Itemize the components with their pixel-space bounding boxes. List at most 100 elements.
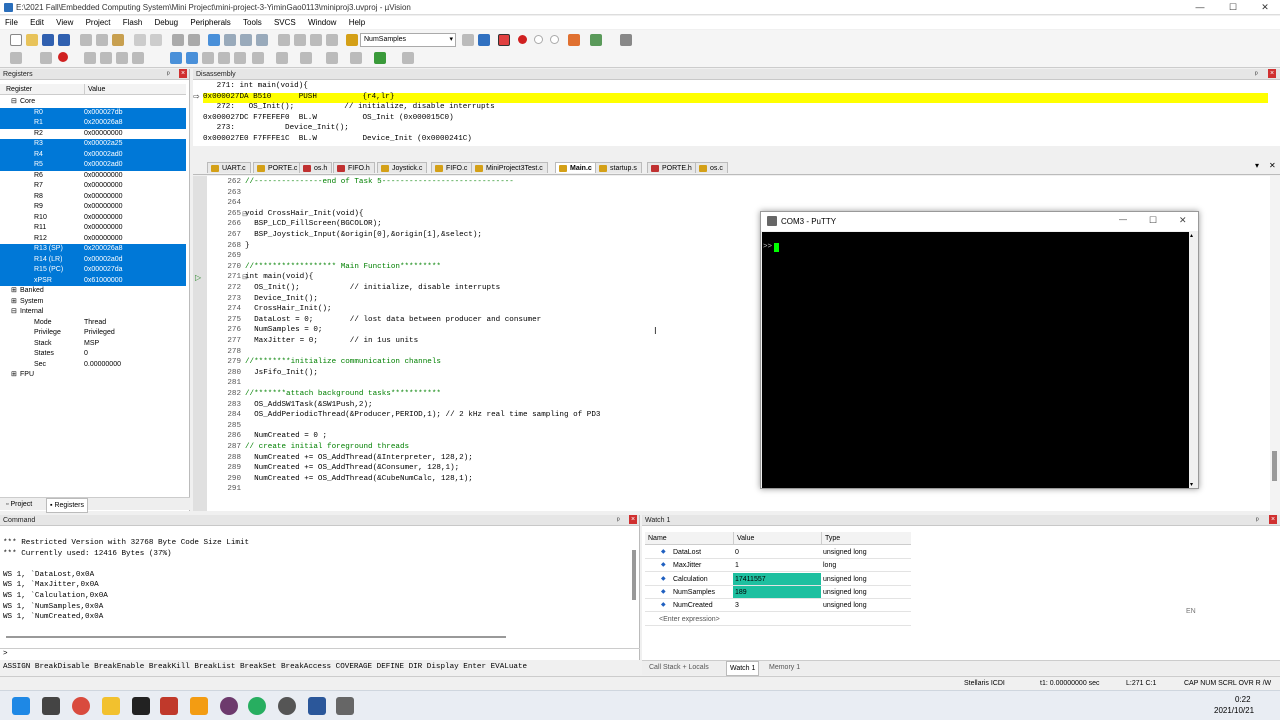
- register-group-banked[interactable]: ⊞ Banked: [0, 286, 186, 297]
- command-hscroll[interactable]: [6, 636, 506, 638]
- register-row[interactable]: R14 (LR) 0x00002a0d: [0, 254, 186, 265]
- tab-file[interactable]: MiniProject3Test.c: [471, 162, 548, 173]
- breakpoint-icon[interactable]: [518, 35, 527, 44]
- run-icon[interactable]: [40, 52, 52, 64]
- tab-watch-1[interactable]: Watch 1: [726, 661, 760, 676]
- putty-maximize-button[interactable]: ☐: [1149, 215, 1157, 226]
- comment-icon[interactable]: [310, 34, 322, 46]
- expand-icon[interactable]: ⊟: [11, 97, 17, 108]
- breakpoint-disable-icon[interactable]: [550, 35, 559, 44]
- code-line[interactable]: //****************** Main Function******…: [245, 263, 441, 271]
- wechat-icon[interactable]: [248, 697, 266, 715]
- settings-icon[interactable]: [278, 697, 296, 715]
- register-row[interactable]: R9 0x00000000: [0, 202, 186, 213]
- code-line[interactable]: NumSamples = 0;: [245, 326, 322, 334]
- register-group-core[interactable]: ⊟ Core: [0, 97, 186, 108]
- column-type[interactable]: Type: [821, 532, 840, 545]
- chrome-icon[interactable]: [72, 697, 90, 715]
- bookmark-next-icon[interactable]: [240, 34, 252, 46]
- expand-icon[interactable]: ⊞: [11, 297, 17, 308]
- menu-file[interactable]: File: [0, 16, 23, 29]
- editor-scrollbar-thumb[interactable]: [1272, 451, 1277, 481]
- start-icon[interactable]: [12, 697, 30, 715]
- watch-value[interactable]: 1: [733, 559, 821, 571]
- nav-forward-icon[interactable]: [188, 34, 200, 46]
- menu-view[interactable]: View: [51, 16, 78, 29]
- close-icon[interactable]: ×: [629, 515, 637, 524]
- watch-value[interactable]: 17411557: [733, 572, 821, 585]
- tab-memory-1[interactable]: Memory 1: [766, 661, 803, 674]
- bookmark-clear-icon[interactable]: [256, 34, 268, 46]
- tab-call-stack[interactable]: Call Stack + Locals: [646, 661, 712, 674]
- register-row[interactable]: R1 0x200026a8: [0, 118, 186, 129]
- disassembly-line[interactable]: 273: Device_Init();: [203, 124, 1268, 135]
- register-row[interactable]: R4 0x00002ad0: [0, 149, 186, 160]
- register-row[interactable]: R11 0x00000000: [0, 223, 186, 234]
- tab-file[interactable]: os.c: [695, 162, 728, 173]
- putty-terminal[interactable]: >>: [762, 232, 1189, 488]
- terminal-icon[interactable]: [132, 697, 150, 715]
- tab-file[interactable]: PORTE.c: [253, 162, 303, 173]
- reset-icon[interactable]: [10, 52, 22, 64]
- watch-row[interactable]: ◆ NumSamples 189 unsigned long: [645, 585, 911, 599]
- tab-file[interactable]: startup.s: [595, 162, 642, 173]
- bookmark-prev-icon[interactable]: [224, 34, 236, 46]
- menu-debug[interactable]: Debug: [150, 16, 184, 29]
- sublime-icon[interactable]: [190, 697, 208, 715]
- tab-registers[interactable]: ▪ Registers: [46, 498, 89, 513]
- run-to-cursor-icon[interactable]: [132, 52, 144, 64]
- menu-edit[interactable]: Edit: [25, 16, 49, 29]
- watch-row[interactable]: ◆ MaxJitter 1 long: [645, 559, 911, 573]
- register-group-system[interactable]: ⊞ System: [0, 297, 186, 308]
- register-row[interactable]: R0 0x000027db: [0, 107, 186, 118]
- editor-scrollbar[interactable]: [1270, 176, 1280, 511]
- code-line[interactable]: // create initial foreground threads: [245, 443, 409, 451]
- system-viewer-icon[interactable]: [374, 52, 386, 64]
- watch-value[interactable]: 189: [733, 585, 821, 598]
- column-value[interactable]: Value: [84, 84, 105, 95]
- incremental-find-icon[interactable]: [478, 34, 490, 46]
- watch-value[interactable]: 3: [733, 599, 821, 611]
- disassembly-line[interactable]: 0x000027E0 F7FFFE1C BL.W Device_Init (0x…: [203, 135, 1268, 146]
- file-explorer-icon[interactable]: [102, 697, 120, 715]
- find-in-files-icon[interactable]: [462, 34, 474, 46]
- internal-row[interactable]: Sec 0.00000000: [0, 360, 186, 371]
- trace-window-icon[interactable]: [350, 52, 362, 64]
- tab-file[interactable]: os.h: [299, 162, 333, 173]
- maximize-button[interactable]: ☐: [1218, 0, 1248, 15]
- open-file-icon[interactable]: [26, 34, 38, 46]
- toolbox-icon[interactable]: [402, 52, 414, 64]
- new-file-icon[interactable]: [10, 34, 22, 46]
- task-view-icon[interactable]: [42, 697, 60, 715]
- internal-row[interactable]: States 0: [0, 349, 186, 360]
- memory-window-icon[interactable]: [276, 52, 288, 64]
- tab-file[interactable]: FIFO.h: [333, 162, 375, 173]
- close-icon[interactable]: ×: [179, 69, 187, 78]
- code-line[interactable]: MaxJitter = 0; // in 1us units: [245, 337, 418, 345]
- tab-file[interactable]: FIFO.c: [431, 162, 473, 173]
- pin-icon[interactable]: ᵖ: [1255, 69, 1258, 80]
- register-row[interactable]: R12 0x00000000: [0, 234, 186, 245]
- expand-icon[interactable]: ⊞: [11, 370, 17, 381]
- serial-window-icon[interactable]: [300, 52, 312, 64]
- code-line[interactable]: NumCreated += OS_AddThread(&CubeNumCalc,…: [245, 475, 473, 483]
- internal-row[interactable]: Privilege Privileged: [0, 328, 186, 339]
- code-line[interactable]: BSP_Joystick_Input(&origin[0],&origin[1]…: [245, 231, 482, 239]
- register-row[interactable]: R13 (SP) 0x200026a8: [0, 244, 186, 255]
- close-icon[interactable]: ×: [1269, 515, 1277, 524]
- disassembly-line[interactable]: 271: int main(void){: [203, 82, 1268, 93]
- register-row[interactable]: R8 0x00000000: [0, 192, 186, 203]
- pin-icon[interactable]: ᵖ: [1256, 515, 1259, 526]
- copy-icon[interactable]: [96, 34, 108, 46]
- code-line[interactable]: NumCreated = 0 ;: [245, 432, 327, 440]
- putty-scrollbar[interactable]: ▴ ▾: [1189, 232, 1198, 488]
- menu-window[interactable]: Window: [303, 16, 341, 29]
- command-input[interactable]: >: [0, 648, 640, 660]
- command-window-icon[interactable]: [170, 52, 182, 64]
- disassembly-window-icon[interactable]: [186, 52, 198, 64]
- analysis-window-icon[interactable]: [326, 52, 338, 64]
- code-line[interactable]: int main(void){: [245, 273, 313, 281]
- tab-file[interactable]: Joystick.c: [377, 162, 428, 173]
- register-group-fpu[interactable]: ⊞ FPU: [0, 370, 186, 381]
- scroll-down-icon[interactable]: ▾: [1190, 481, 1193, 488]
